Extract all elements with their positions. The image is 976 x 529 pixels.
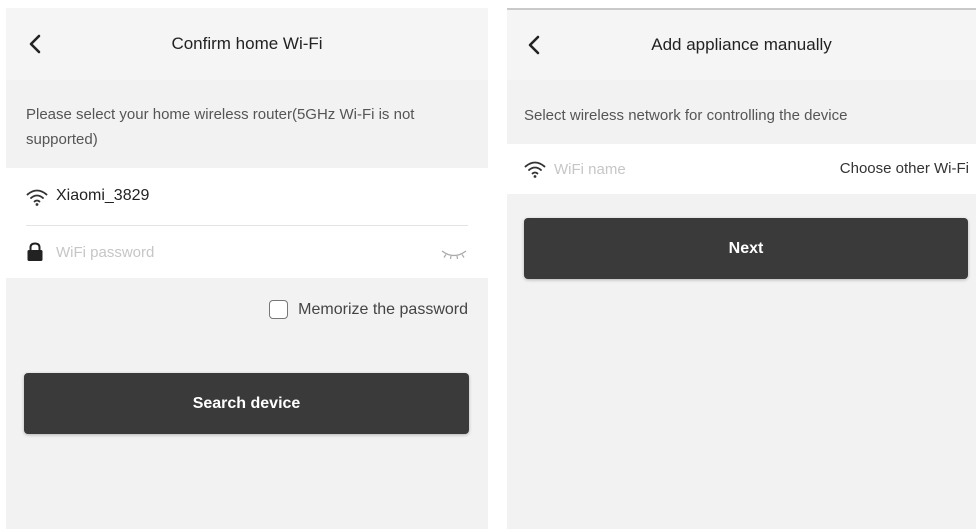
memorize-checkbox[interactable]	[269, 300, 289, 319]
ssid-row[interactable]: Xiaomi_3829	[6, 168, 488, 225]
wifi-password-input[interactable]	[56, 242, 426, 262]
search-device-button[interactable]: Search device	[24, 373, 469, 434]
back-button[interactable]	[20, 28, 52, 60]
page-title: Add appliance manually	[651, 35, 832, 54]
memorize-password-toggle[interactable]: Memorize the password	[269, 300, 468, 319]
page-title: Confirm home Wi-Fi	[171, 34, 323, 53]
wifi-name-row: Choose other Wi-Fi	[507, 144, 976, 194]
header: Confirm home Wi-Fi	[6, 8, 488, 80]
memorize-label: Memorize the password	[298, 300, 468, 318]
hint-text: Please select your home wireless router(…	[26, 106, 415, 148]
eye-closed-icon[interactable]	[440, 246, 468, 260]
hint-text: Select wireless network for controlling …	[524, 107, 848, 124]
choose-other-wifi-link[interactable]: Choose other Wi-Fi	[840, 160, 969, 177]
header: Add appliance manually	[507, 10, 976, 80]
wifi-icon	[26, 189, 48, 206]
wifi-icon	[524, 161, 546, 178]
chevron-left-icon	[528, 35, 540, 55]
wifi-form: Xiaomi_3829	[6, 168, 488, 278]
add-appliance-screen: Add appliance manually Select wireless n…	[507, 8, 976, 529]
next-button[interactable]: Next	[524, 218, 968, 279]
lock-icon	[27, 242, 43, 261]
divider	[26, 225, 468, 226]
ssid-label: Xiaomi_3829	[56, 187, 150, 204]
back-button[interactable]	[519, 29, 551, 61]
chevron-left-icon	[29, 34, 41, 54]
confirm-wifi-screen: Confirm home Wi-Fi Please select your ho…	[6, 8, 488, 529]
wifi-name-input[interactable]	[554, 159, 784, 179]
